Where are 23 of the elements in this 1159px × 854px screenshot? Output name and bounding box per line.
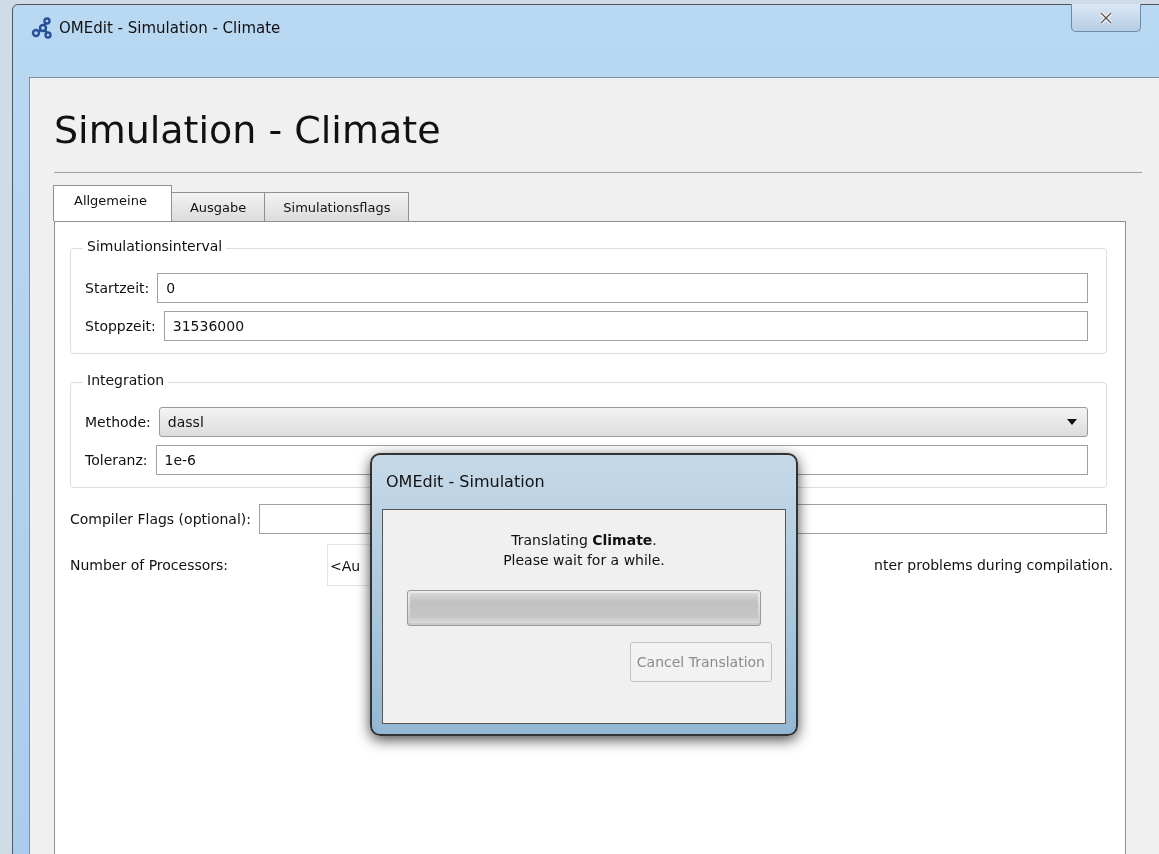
caret-icon xyxy=(1067,419,1077,425)
field-label: Startzeit: xyxy=(85,280,150,296)
status-message: Translating Climate. xyxy=(511,531,657,550)
group-title: Simulationsinterval xyxy=(83,238,227,254)
field-label: Stoppzeit: xyxy=(85,318,156,334)
field-label: Methode: xyxy=(85,414,151,430)
input-field[interactable]: 0 xyxy=(157,273,1088,303)
window-title: OMEdit - Simulation - Climate xyxy=(59,18,281,39)
field-label: Compiler Flags (optional): xyxy=(70,511,251,527)
tab[interactable]: Ausgabe xyxy=(170,192,266,221)
field-label: Number of Processors: xyxy=(70,557,230,573)
close-button[interactable] xyxy=(1071,4,1141,32)
input-field[interactable]: 31536000 xyxy=(163,311,1088,341)
dropdown[interactable]: dassl xyxy=(158,407,1088,437)
status-message: Please wait for a while. xyxy=(503,551,665,570)
group-title: Integration xyxy=(83,372,169,388)
dialog-heading: Simulation - Climate xyxy=(54,107,442,154)
tab[interactable]: Allgemeine xyxy=(53,185,172,221)
app-icon xyxy=(31,17,53,39)
field-label: Toleranz: xyxy=(85,452,148,468)
tab[interactable]: Simulationsflags xyxy=(264,192,410,221)
note-text: nter problems during compilation. xyxy=(874,557,1113,573)
close-icon xyxy=(1099,11,1113,24)
